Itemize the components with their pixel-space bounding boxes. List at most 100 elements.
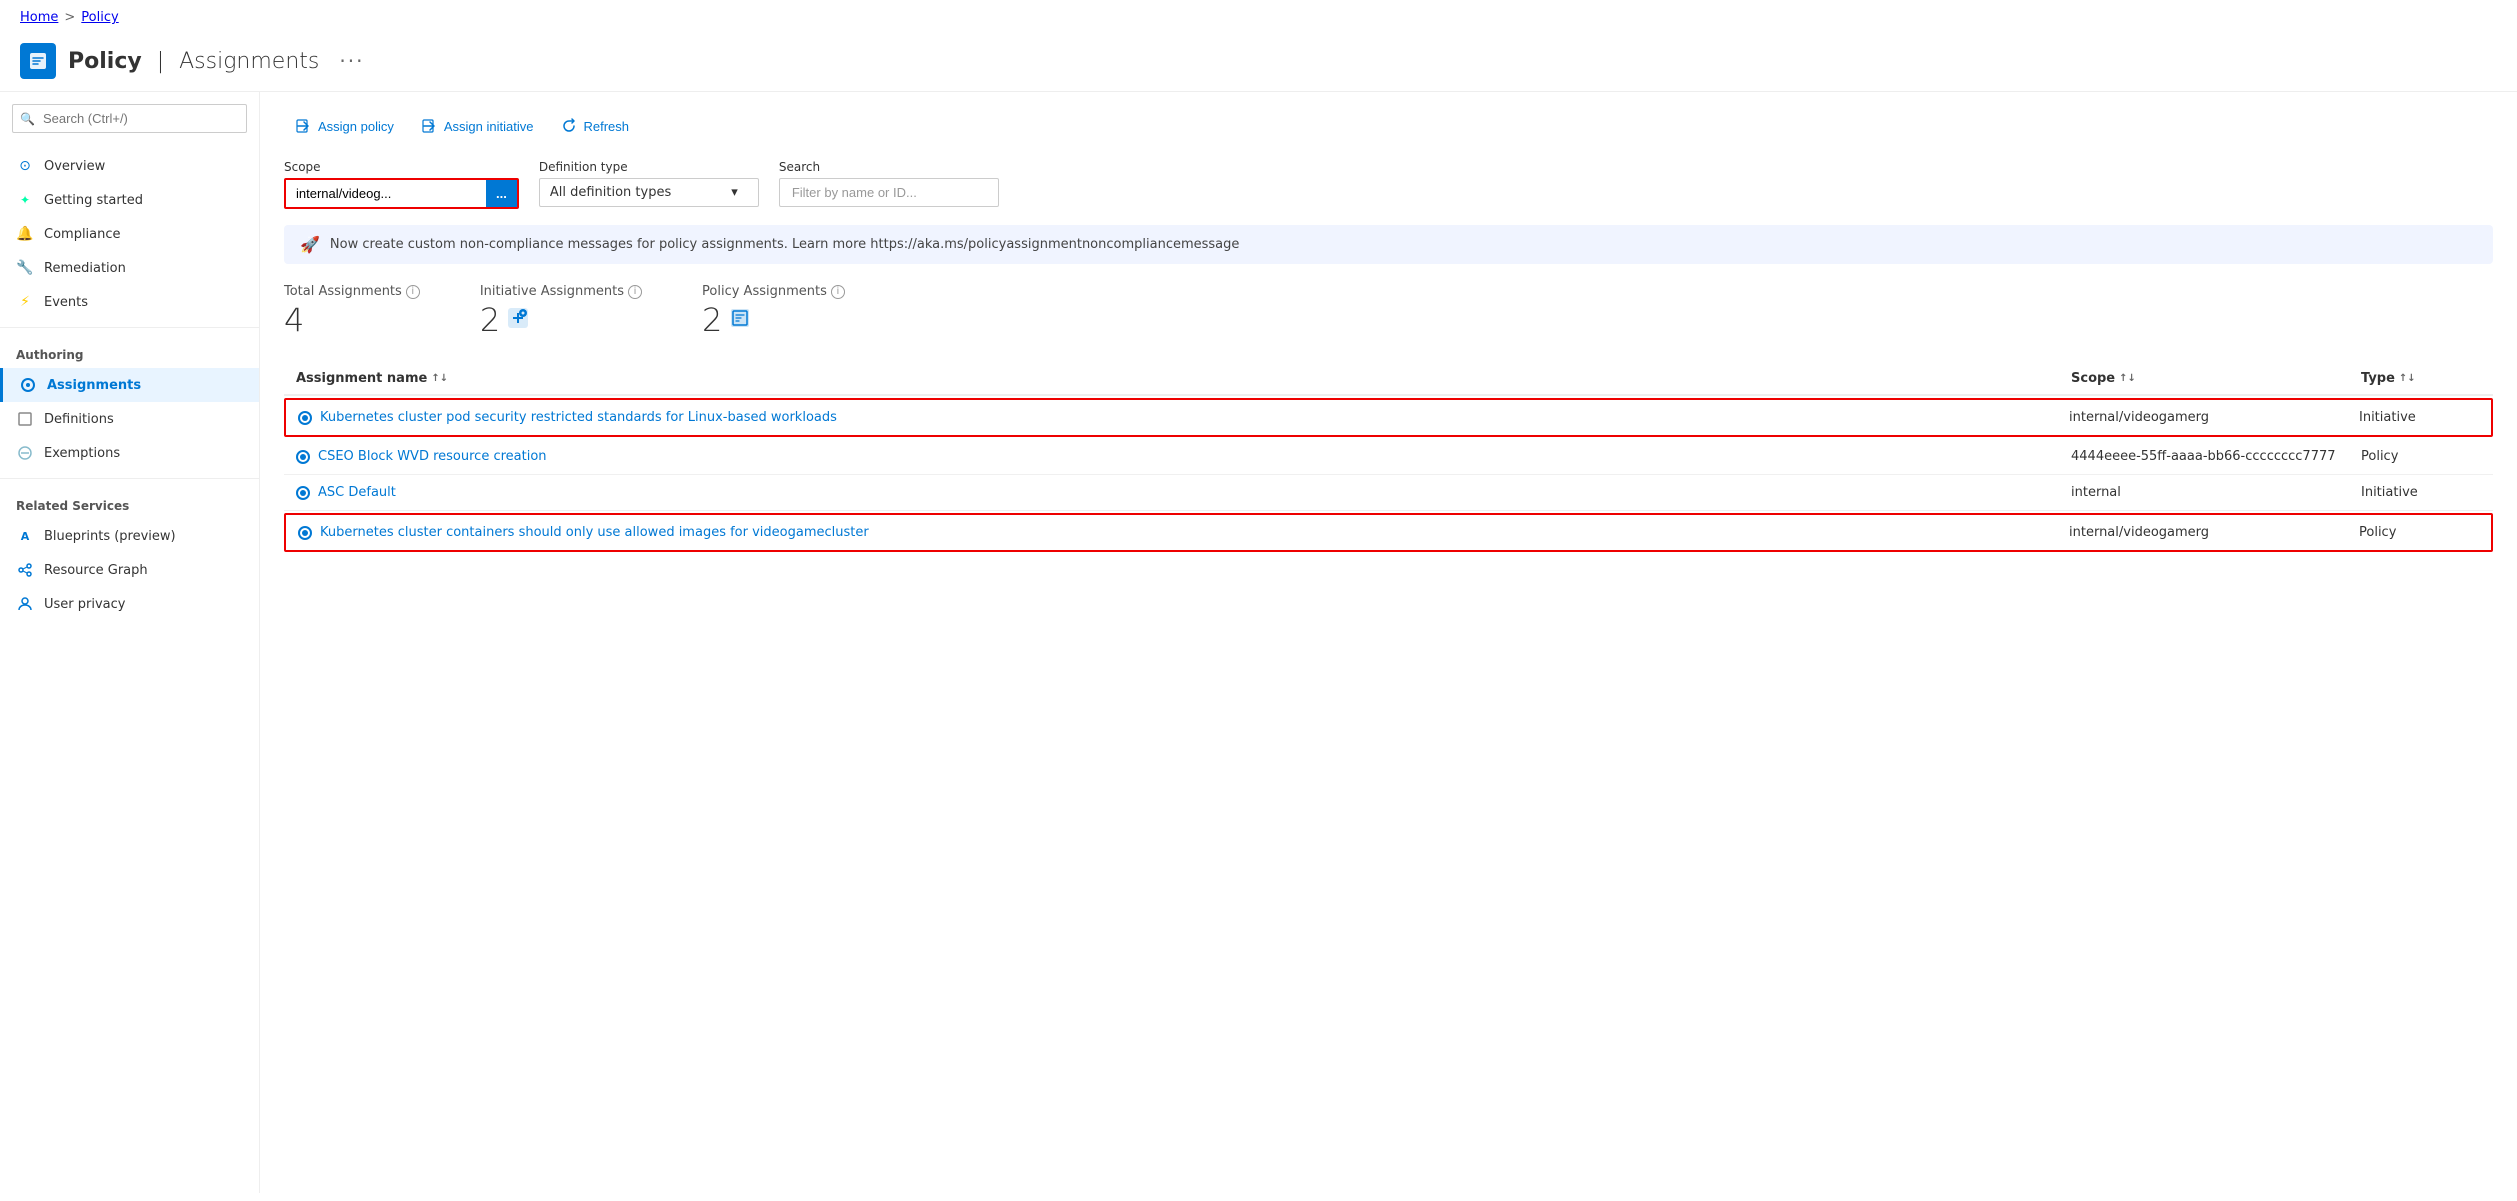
toolbar: Assign policy Assign initiative Refresh [284,112,2493,140]
col-scope-header[interactable]: Scope ↑↓ [2071,371,2351,386]
row-type-3: Initiative [2361,485,2481,500]
policy-info-icon[interactable]: i [831,285,845,299]
nav-definitions-label: Definitions [44,412,114,427]
sidebar: 🔍 ⊙ Overview ✦ Getting started 🔔 Complia… [0,92,260,1193]
search-label: Search [779,160,999,174]
scope-filter: Scope ... [284,160,519,209]
nav-blueprints[interactable]: A Blueprints (preview) [0,519,259,553]
row-link-1[interactable]: Kubernetes cluster pod security restrict… [320,410,837,425]
table-row: CSEO Block WVD resource creation 4444eee… [284,439,2493,475]
row-type-4: Policy [2359,525,2479,540]
nav-resource-graph[interactable]: Resource Graph [0,553,259,587]
breadcrumb-separator: > [64,10,75,25]
row-scope-1: internal/videogamerg [2069,410,2349,425]
assign-initiative-label: Assign initiative [444,119,534,134]
policy-label: Policy Assignments i [702,284,845,299]
nav-events-label: Events [44,295,88,310]
definition-type-select[interactable]: All definition types ▾ [539,178,759,207]
initiative-value: 2 [480,301,642,339]
row-link-4[interactable]: Kubernetes cluster containers should onl… [320,525,869,540]
definitions-icon [16,410,34,428]
assign-policy-label: Assign policy [318,119,394,134]
page-icon [20,43,56,79]
info-banner: 🚀 Now create custom non-compliance messa… [284,225,2493,264]
row-icon-3 [296,486,310,500]
row-icon-2 [296,450,310,464]
nav-events[interactable]: ⚡ Events [0,285,259,319]
row-name-4: Kubernetes cluster containers should onl… [298,525,2059,540]
breadcrumb-home[interactable]: Home [20,10,58,25]
initiative-stat-icon [506,306,530,335]
nav-overview[interactable]: ⊙ Overview [0,149,259,183]
nav-divider-2 [0,478,259,479]
sort-icon-name: ↑↓ [431,373,448,384]
refresh-label: Refresh [583,119,629,134]
row-link-3[interactable]: ASC Default [318,485,396,500]
main-content: Assign policy Assign initiative Refresh … [260,92,2517,1193]
getting-started-icon: ✦ [16,191,34,209]
nav-divider-1 [0,327,259,328]
page-title: Policy | Assignments [68,49,319,74]
nav-resource-graph-label: Resource Graph [44,563,148,578]
nav-compliance[interactable]: 🔔 Compliance [0,217,259,251]
row-icon-4 [298,526,312,540]
initiative-label: Initiative Assignments i [480,284,642,299]
exemptions-icon [16,444,34,462]
search-filter-input[interactable] [779,178,999,207]
sort-icon-scope: ↑↓ [2119,373,2136,384]
row-link-2[interactable]: CSEO Block WVD resource creation [318,449,547,464]
row-name-3: ASC Default [296,485,2061,500]
total-info-icon[interactable]: i [406,285,420,299]
total-assignments-stat: Total Assignments i 4 [284,284,420,339]
total-value: 4 [284,301,420,339]
row-type-1: Initiative [2359,410,2479,425]
scope-input-group: ... [284,178,519,209]
refresh-button[interactable]: Refresh [549,112,641,140]
policy-assignments-stat: Policy Assignments i 2 [702,284,845,339]
nav-user-privacy[interactable]: User privacy [0,587,259,621]
nav-definitions[interactable]: Definitions [0,402,259,436]
initiative-info-icon[interactable]: i [628,285,642,299]
nav-assignments[interactable]: Assignments [0,368,259,402]
assignments-table: Assignment name ↑↓ Scope ↑↓ Type ↑↓ Kube… [284,363,2493,552]
nav-getting-started[interactable]: ✦ Getting started [0,183,259,217]
blueprints-icon: A [16,527,34,545]
assignments-icon [19,376,37,394]
policy-value: 2 [702,301,845,339]
nav-assignments-label: Assignments [47,378,141,393]
search-icon: 🔍 [20,112,35,126]
nav-remediation[interactable]: 🔧 Remediation [0,251,259,285]
nav-user-privacy-label: User privacy [44,597,125,612]
nav-exemptions[interactable]: Exemptions [0,436,259,470]
table-header: Assignment name ↑↓ Scope ↑↓ Type ↑↓ [284,363,2493,396]
events-icon: ⚡ [16,293,34,311]
sidebar-search-box: 🔍 [12,104,247,133]
nav-getting-started-label: Getting started [44,193,143,208]
total-label: Total Assignments i [284,284,420,299]
chevron-down-icon: ▾ [731,185,738,200]
search-input[interactable] [12,104,247,133]
row-type-2: Policy [2361,449,2481,464]
assign-initiative-button[interactable]: Assign initiative [410,112,546,140]
row-scope-2: 4444eeee-55ff-aaaa-bb66-cccccccc7777 [2071,449,2351,464]
definition-type-filter: Definition type All definition types ▾ [539,160,759,207]
nav-exemptions-label: Exemptions [44,446,120,461]
scope-input[interactable] [286,180,486,207]
more-options-button[interactable]: ··· [339,49,364,73]
assign-policy-button[interactable]: Assign policy [284,112,406,140]
row-name-2: CSEO Block WVD resource creation [296,449,2061,464]
row-scope-3: internal [2071,485,2351,500]
row-icon-1 [298,411,312,425]
overview-icon: ⊙ [16,157,34,175]
refresh-icon [561,118,577,134]
row-name-1: Kubernetes cluster pod security restrict… [298,410,2059,425]
user-privacy-icon [16,595,34,613]
scope-label: Scope [284,160,519,174]
breadcrumb-current[interactable]: Policy [81,10,118,25]
col-type-header[interactable]: Type ↑↓ [2361,371,2481,386]
search-filter: Search [779,160,999,207]
col-name-header[interactable]: Assignment name ↑↓ [296,371,2061,386]
definition-type-value: All definition types [550,185,671,200]
assign-initiative-icon [422,118,438,134]
scope-browse-button[interactable]: ... [486,180,517,207]
